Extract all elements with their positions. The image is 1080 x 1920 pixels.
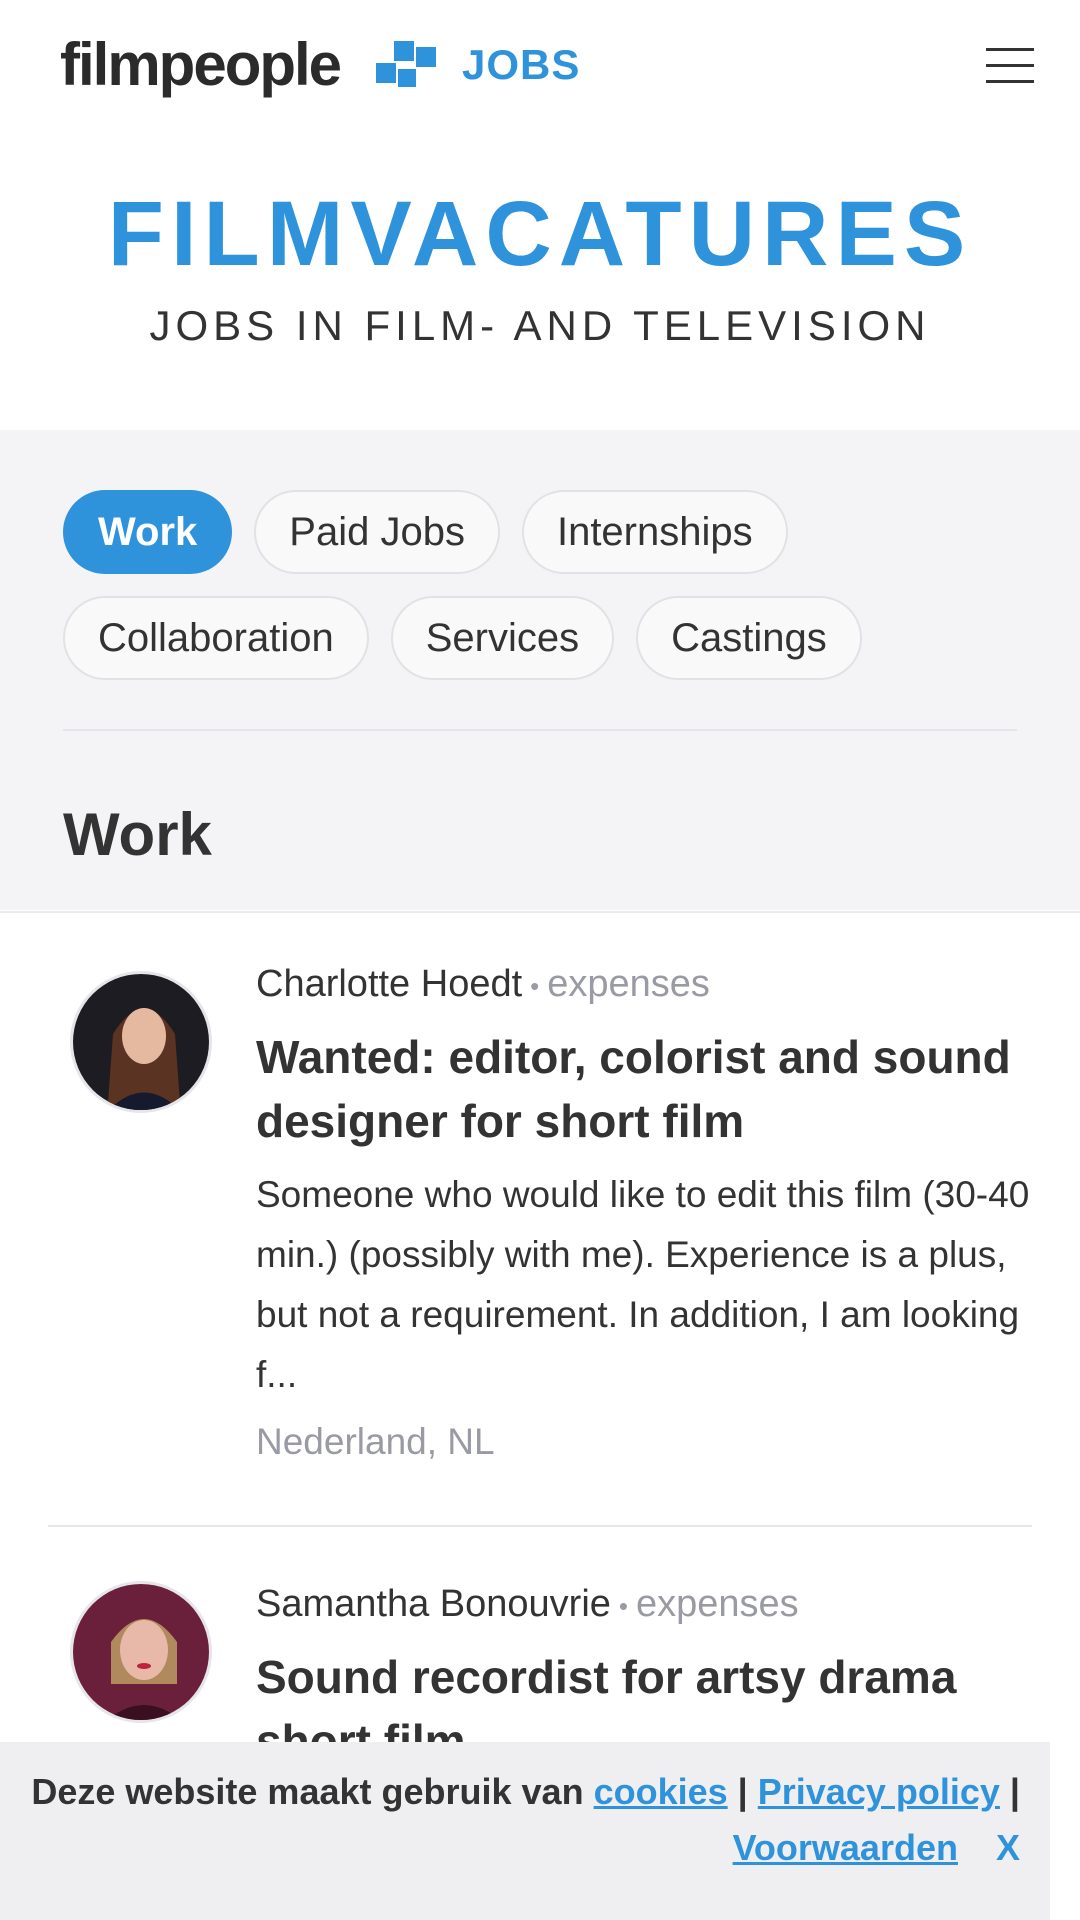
brand-name: filmpeople <box>60 31 342 98</box>
filter-internships[interactable]: Internships <box>521 490 788 574</box>
jobs-logo-icon <box>376 41 437 89</box>
avatar[interactable] <box>70 1581 212 1723</box>
filter-row-1: Work Paid Jobs Internships <box>63 490 1017 574</box>
job-post[interactable]: Samantha Bonouvrie • expenses Sound record… <box>0 1525 1080 1773</box>
hero: FILMVACATURES JOBS IN FILM- AND TELEVISI… <box>0 132 1080 430</box>
filter-work[interactable]: Work <box>63 490 233 574</box>
brand-logo-link[interactable]: filmpeople JOBS <box>60 30 580 100</box>
cookie-separator: | <box>1009 1771 1020 1812</box>
cookie-separator: | <box>737 1771 748 1812</box>
filter-paid-jobs[interactable]: Paid Jobs <box>254 490 500 574</box>
site-header: filmpeople JOBS <box>0 0 1080 132</box>
cookies-link[interactable]: cookies <box>594 1771 728 1812</box>
post-author[interactable]: Samantha Bonouvrie <box>256 1583 611 1625</box>
avatar[interactable] <box>70 971 212 1113</box>
filter-castings[interactable]: Castings <box>636 596 862 680</box>
page-subtitle: JOBS IN FILM- AND TELEVISION <box>149 302 931 349</box>
jobs-label: JOBS <box>462 41 581 88</box>
hamburger-icon <box>986 48 1034 51</box>
filter-row-2: Collaboration Services Castings <box>63 596 1017 680</box>
post-location: Nederland, NL <box>256 1420 495 1462</box>
post-tag: expenses <box>547 963 710 1005</box>
avatar-image <box>73 1584 209 1720</box>
cookie-text: Deze website maakt gebruik van <box>31 1771 584 1812</box>
post-meta: Samantha Bonouvrie • expenses <box>256 1581 1040 1629</box>
terms-link[interactable]: Voorwaarden <box>733 1827 958 1868</box>
post-author[interactable]: Charlotte Hoedt <box>256 963 522 1005</box>
page-title: FILMVACATURES <box>107 183 973 285</box>
privacy-policy-link[interactable]: Privacy policy <box>758 1771 1000 1812</box>
separator-dot: • <box>618 1590 629 1621</box>
post-meta: Charlotte Hoedt • expenses <box>256 961 1040 1009</box>
post-description: Someone who would like to edit this film… <box>256 1173 1030 1395</box>
job-post[interactable]: Charlotte Hoedt • expenses Wanted: editor,… <box>0 913 1080 1525</box>
separator-dot: • <box>530 970 540 1001</box>
post-tag: expenses <box>636 1583 799 1625</box>
cookie-banner: Deze website maakt gebruik van cookies |… <box>0 1742 1050 1920</box>
filter-services[interactable]: Services <box>390 596 615 680</box>
avatar-image <box>73 974 209 1110</box>
hamburger-menu-button[interactable] <box>986 48 1036 86</box>
close-cookie-button[interactable]: X <box>996 1827 1020 1868</box>
section-title: Work <box>63 801 212 868</box>
filter-collaboration[interactable]: Collaboration <box>63 596 369 680</box>
section-divider <box>63 729 1017 731</box>
post-title[interactable]: Wanted: editor, colorist and sound desig… <box>256 1025 1040 1153</box>
